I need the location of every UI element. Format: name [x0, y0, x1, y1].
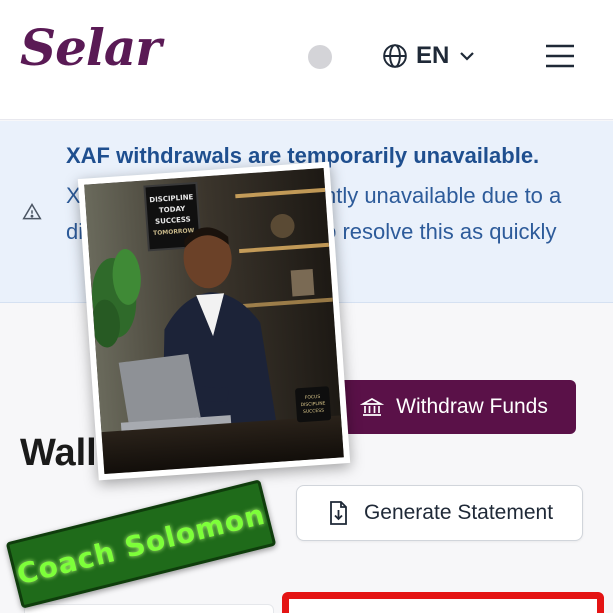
selar-logo[interactable]: Selar: [20, 18, 162, 77]
bank-icon: [360, 398, 385, 416]
photo-scene: DISCIPLINE TODAY SUCCESS TOMORROW FOCUS …: [84, 167, 344, 475]
language-selector[interactable]: EN: [382, 40, 477, 72]
generate-statement-label: Generate Statement: [363, 501, 554, 524]
language-label: EN: [416, 42, 450, 69]
document-download-icon: [330, 501, 347, 525]
status-dot: [308, 45, 332, 69]
promo-photo: DISCIPLINE TODAY SUCCESS TOMORROW FOCUS …: [77, 161, 351, 481]
office-scene-illustration: DISCIPLINE TODAY SUCCESS TOMORROW FOCUS …: [84, 167, 344, 475]
mug-line: FOCUS: [305, 394, 321, 401]
hamburger-menu-icon[interactable]: [544, 43, 576, 69]
warning-icon: [22, 203, 42, 220]
chevron-down-icon: [460, 52, 475, 61]
globe-icon: [383, 44, 407, 68]
withdraw-funds-button[interactable]: Withdraw Funds: [332, 380, 576, 434]
withdraw-funds-label: Withdraw Funds: [396, 395, 548, 418]
wallet-card: [24, 604, 274, 613]
generate-statement-button[interactable]: Generate Statement: [296, 485, 583, 541]
top-header: Selar EN: [0, 0, 613, 120]
page: Selar EN XAF withdrawals are temporarily…: [0, 0, 613, 613]
highlighted-wallet-card[interactable]: [282, 592, 604, 613]
